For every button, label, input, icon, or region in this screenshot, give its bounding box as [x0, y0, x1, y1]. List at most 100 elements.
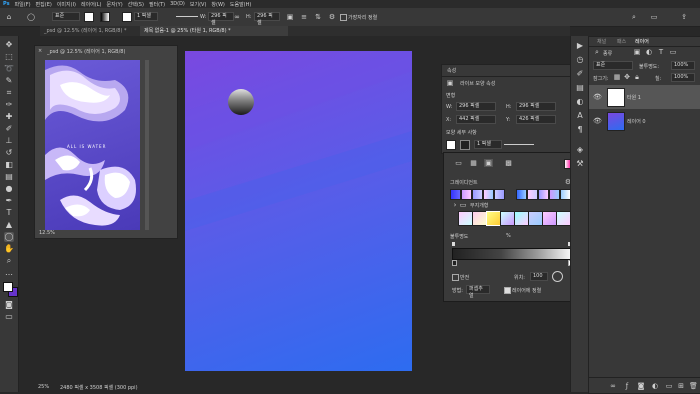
menu-item-help[interactable]: 도움말(H) — [230, 1, 251, 8]
fill-swatch[interactable] — [84, 12, 94, 22]
filter-type-icon[interactable]: T — [657, 48, 665, 56]
recent-gradient-2[interactable] — [461, 189, 472, 200]
menu-item-type[interactable]: 문자(Y) — [107, 1, 123, 8]
menu-item-ps[interactable]: Ps — [3, 1, 10, 7]
quick-select-tool-icon[interactable]: ✎ — [4, 76, 14, 86]
path-arrange-icon[interactable]: ⇅ — [314, 13, 322, 21]
layer-name-ellipse[interactable]: 타원 1 — [627, 94, 641, 101]
color-stop-left[interactable] — [452, 260, 457, 266]
history-icon[interactable]: ◷ — [573, 54, 587, 66]
ellipse-tool-icon[interactable]: ◯ — [4, 232, 14, 242]
type-tool-icon[interactable]: T — [4, 208, 14, 218]
align-layer-checkbox[interactable] — [504, 287, 511, 294]
play-icon[interactable]: ▶ — [573, 40, 587, 52]
character-icon[interactable]: A — [573, 110, 587, 122]
new-group-icon[interactable]: ▭ — [665, 382, 673, 390]
tab-document-2[interactable]: 제목 없음-1 @ 25% (타원 1, RGB/8) * — [140, 26, 288, 36]
floating-window-close-icon[interactable]: × — [38, 48, 44, 54]
pattern-type-icon[interactable]: ▣ — [484, 159, 493, 167]
pen-tool-icon[interactable]: ✒ — [4, 196, 14, 206]
screen-mode-icon[interactable]: ▭ — [4, 312, 14, 322]
dodge-tool-icon[interactable]: ● — [4, 184, 14, 194]
recent-gradient-6[interactable] — [516, 189, 527, 200]
search-icon[interactable]: ⌕ — [630, 13, 638, 21]
layer-row-ellipse[interactable]: 👁︎ 타원 1 — [589, 85, 700, 109]
visibility-eye-icon[interactable]: 👁︎ — [593, 117, 602, 125]
solid-color-icon[interactable]: ▭ — [454, 159, 463, 167]
stroke-color[interactable] — [122, 12, 132, 22]
recent-gradient-1[interactable] — [450, 189, 461, 200]
document-canvas[interactable] — [185, 51, 412, 371]
tab-channels[interactable]: 채널 — [597, 38, 606, 45]
adjustment-layer-icon[interactable]: ◐ — [651, 382, 659, 390]
ellipse-shape[interactable] — [228, 89, 254, 115]
stroke-width-field[interactable]: 1 픽셀 — [134, 12, 158, 21]
recent-gradient-8[interactable] — [538, 189, 549, 200]
stroke-size-field[interactable]: 1 픽셀 — [474, 140, 502, 149]
lasso-tool-icon[interactable]: ➰ — [4, 64, 14, 74]
tab-layers[interactable]: 레이어 — [635, 38, 649, 45]
tool-presets-icon[interactable]: ⚒ — [573, 158, 587, 170]
menu-item-filter[interactable]: 필터(T) — [149, 1, 165, 8]
menu-item-view[interactable]: 보기(V) — [190, 1, 207, 8]
h-field[interactable]: 296 픽셀 — [516, 102, 556, 111]
visibility-eye-icon[interactable]: 👁︎ — [593, 93, 602, 101]
fill-field[interactable]: 100% — [671, 73, 695, 82]
gradient-preset-5[interactable] — [514, 211, 529, 226]
gradient-preset-8[interactable] — [556, 211, 571, 226]
menu-item-file[interactable]: 파일(F) — [15, 1, 31, 8]
delete-layer-icon[interactable]: 🗑︎ — [689, 382, 698, 390]
gradient-preset-4[interactable] — [500, 211, 515, 226]
paragraph-icon[interactable]: ¶ — [573, 124, 587, 136]
gradient-preset-3[interactable] — [486, 211, 501, 226]
link-icon[interactable]: ∞ — [233, 13, 241, 21]
reverse-checkbox[interactable] — [452, 274, 459, 281]
filter-pixel-icon[interactable]: ▣ — [633, 48, 641, 56]
stroke-type-line[interactable] — [176, 16, 198, 17]
properties-icon[interactable]: ▤ — [573, 82, 587, 94]
opacity-field[interactable]: 100% — [671, 61, 695, 70]
gradient-preset-7[interactable] — [542, 211, 557, 226]
y-field[interactable]: 426 픽셀 — [516, 115, 556, 124]
share-icon[interactable]: ⇪ — [680, 13, 688, 21]
stroke-color-swatch[interactable] — [460, 140, 470, 150]
menu-item-image[interactable]: 이미지(I) — [57, 1, 76, 8]
link-layers-icon[interactable]: ∞ — [609, 382, 617, 390]
filter-adjust-icon[interactable]: ◐ — [645, 48, 653, 56]
eraser-tool-icon[interactable]: ◧ — [4, 160, 14, 170]
floating-window-scrollbar[interactable] — [145, 60, 149, 230]
gradient-tool-icon[interactable]: ▤ — [4, 172, 14, 182]
layer-name-layer0[interactable]: 레이어 0 — [627, 118, 646, 125]
fill-color-swatch[interactable] — [446, 140, 456, 150]
w-field[interactable]: 296 픽셀 — [456, 102, 496, 111]
menu-item-3d[interactable]: 3D(D) — [170, 1, 185, 7]
x-field[interactable]: 442 픽셀 — [456, 115, 496, 124]
angle-dial[interactable] — [552, 271, 563, 282]
menu-item-layer[interactable]: 레이어(L) — [81, 1, 102, 8]
width-field[interactable]: 296 픽셀 — [208, 12, 234, 26]
stamp-tool-icon[interactable]: ⊥ — [4, 136, 14, 146]
ellipse-tool-icon[interactable]: ◯ — [26, 13, 36, 21]
recent-gradient-7[interactable] — [527, 189, 538, 200]
mode-select[interactable]: 표준 — [52, 12, 80, 21]
opacity-stop-left[interactable] — [452, 242, 455, 246]
lock-position-icon[interactable]: ✥ — [623, 73, 631, 81]
lock-all-icon[interactable]: 🔒︎ — [633, 73, 641, 81]
path-ops-icon[interactable]: ▣ — [286, 13, 294, 21]
location-field[interactable]: 100 — [530, 272, 548, 281]
method-field[interactable]: 퍼셉추얼 — [466, 285, 490, 299]
crop-tool-icon[interactable]: ⌗ — [4, 88, 14, 98]
gradient-preset-2[interactable] — [472, 211, 487, 226]
recent-gradient-5[interactable] — [494, 189, 505, 200]
gradient-type-icon[interactable]: ▦ — [469, 159, 478, 167]
home-icon[interactable]: ⌂ — [4, 13, 14, 21]
hand-tool-icon[interactable]: ✋ — [4, 244, 14, 254]
menu-item-window[interactable]: 창(W) — [211, 1, 224, 8]
zoom-tool-icon[interactable]: ⌕ — [4, 256, 14, 266]
gradient-folder-label[interactable]: 무지개형 — [470, 202, 488, 209]
brushes-icon[interactable]: ✐ — [573, 68, 587, 80]
foreground-color-swatch[interactable] — [3, 282, 13, 292]
color-picker-icon[interactable]: ▩ — [504, 159, 513, 167]
fx-icon[interactable]: ƒ — [623, 382, 631, 390]
align-edges-checkbox[interactable] — [340, 14, 347, 21]
